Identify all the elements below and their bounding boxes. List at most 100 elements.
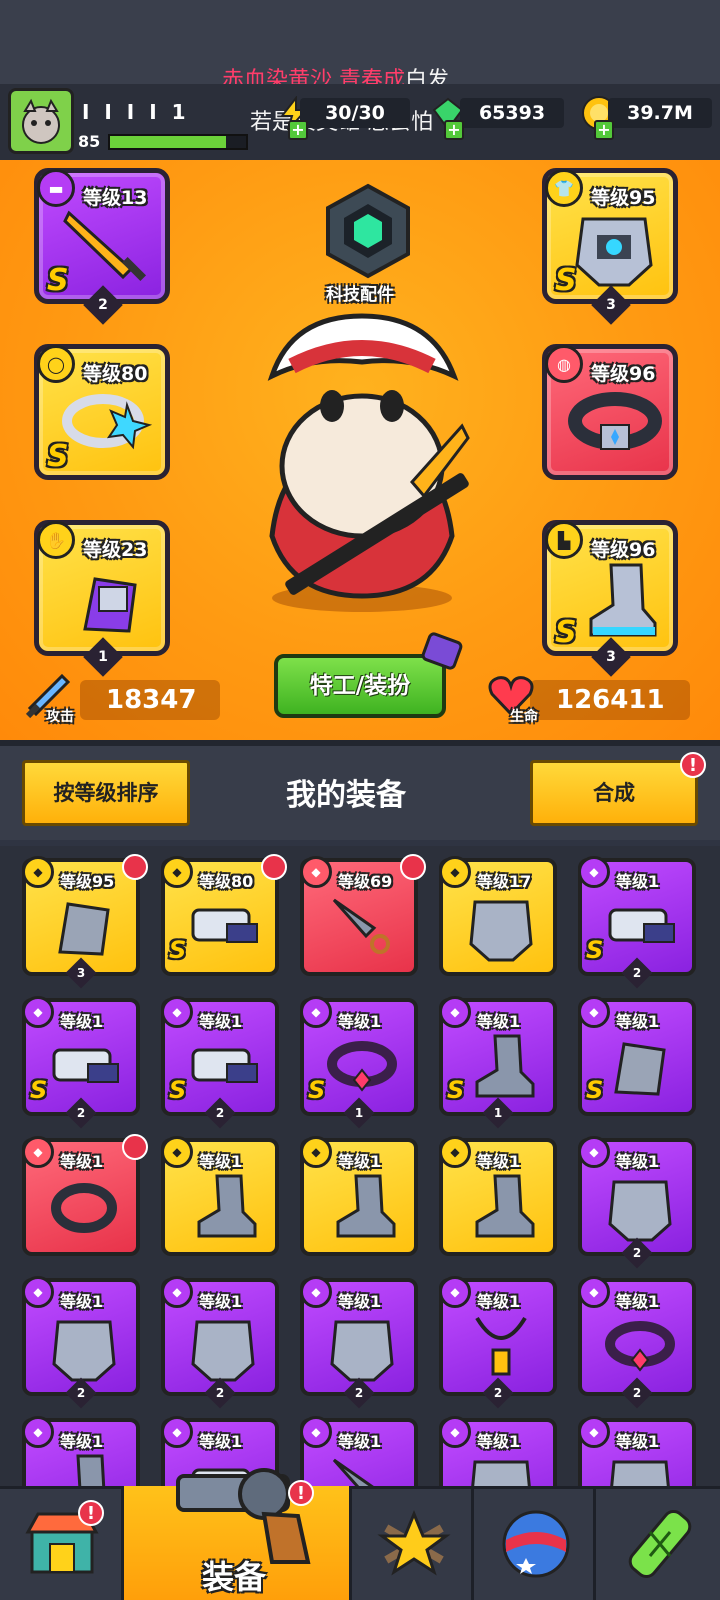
inventory-item[interactable]: ◆ 等级1 S 2 — [161, 996, 279, 1129]
inventory-item[interactable]: ◆ 等级1 — [22, 1134, 148, 1256]
planet-icon — [502, 1510, 570, 1578]
ring-icon — [62, 394, 153, 450]
tech-part-slot[interactable] — [318, 182, 418, 282]
kunai-icon — [332, 898, 390, 954]
item-new-tag — [122, 1134, 148, 1160]
armor-icon — [52, 1320, 116, 1382]
equip-ring-grade: S — [47, 439, 69, 474]
inventory-title: 我的装备 — [286, 778, 406, 813]
nav-planet[interactable] — [474, 1486, 596, 1600]
category-glove-icon: ✋ — [37, 521, 75, 559]
merge-button[interactable]: 合成 — [530, 760, 698, 826]
lion-hero-icon — [267, 313, 470, 612]
belt-icon — [327, 1041, 397, 1092]
nav-equipment[interactable]: ! 装备 — [124, 1468, 352, 1600]
inventory-item[interactable]: ◆ 等级1 S 1 — [439, 996, 557, 1129]
weapon-icon — [608, 908, 675, 943]
item-new-tag — [261, 854, 287, 880]
equip-slot-weapon[interactable]: ▬ 等级13 S 2 — [34, 168, 170, 325]
item-category-icon: ◆ — [300, 996, 332, 1028]
armor-icon — [575, 217, 653, 287]
inventory-item[interactable]: ◆ 等级1 2 — [578, 1276, 696, 1409]
belt-icon — [605, 1321, 675, 1372]
weapon-icon — [191, 1048, 258, 1083]
category-boots-icon: ▙ — [545, 521, 583, 559]
equip-slot-glove[interactable]: ✋ 等级23 1 — [34, 520, 170, 677]
xp-bar — [108, 134, 248, 150]
ring-icon — [51, 1183, 117, 1233]
equip-boots-grade: S — [555, 615, 577, 650]
item-category-icon: ◆ — [161, 856, 193, 888]
armor-icon — [469, 900, 533, 962]
item-category-icon: ◆ — [300, 1276, 332, 1308]
item-category-icon: ◆ — [300, 1136, 332, 1168]
player-level: 85 — [78, 132, 101, 151]
coin-add-button[interactable]: + — [594, 120, 614, 140]
item-stars: 2 — [65, 1377, 97, 1409]
gauntlet-icon — [83, 577, 137, 633]
item-stars: 2 — [621, 1237, 653, 1269]
nav-heroes[interactable] — [352, 1486, 474, 1600]
inventory-item[interactable]: ◆ 等级80 S — [161, 854, 287, 976]
inventory-item[interactable]: ◆ 等级1 2 — [161, 1276, 279, 1409]
boots-icon — [197, 1174, 257, 1238]
star-swords-icon — [377, 1510, 451, 1576]
belt-icon — [568, 392, 662, 450]
inventory-item[interactable]: ◆ 等级1 2 — [439, 1276, 557, 1409]
equip-slot-ring[interactable]: ◯ 等级80 S — [34, 344, 170, 480]
nav-evolution[interactable] — [596, 1486, 720, 1600]
equip-slot-boots[interactable]: ▙ 等级96 S 3 — [542, 520, 678, 677]
inventory-item[interactable]: ◆ 等级1 — [300, 1136, 418, 1256]
attack-label: 攻击 — [46, 709, 74, 725]
equipment-alert-badge: ! — [288, 1480, 314, 1506]
attack-value: 18347 — [80, 680, 220, 720]
tech-part-label: 科技配件 — [326, 285, 394, 305]
inventory-item[interactable]: ◆ 等级1 2 — [300, 1276, 418, 1409]
armor-icon — [191, 1320, 255, 1382]
item-stars: 2 — [482, 1377, 514, 1409]
item-new-tag — [400, 854, 426, 880]
item-category-icon: ◆ — [161, 1416, 193, 1448]
item-category-icon: ◆ — [578, 996, 610, 1028]
category-belt-icon: ◍ — [545, 345, 583, 383]
energy-value: 30/30 — [300, 98, 410, 128]
inventory-item[interactable]: ◆ 等级1 S 2 — [578, 856, 696, 989]
item-category-icon: ◆ — [578, 1276, 610, 1308]
equip-ring-level: 等级80 — [83, 363, 148, 385]
sword-icon — [63, 210, 147, 282]
boots-icon — [475, 1174, 535, 1238]
gem-add-button[interactable]: + — [444, 120, 464, 140]
item-stars: 1 — [482, 1097, 514, 1129]
xp-bar-fill — [110, 136, 226, 148]
equip-glove-level: 等级23 — [83, 539, 148, 561]
equip-boots-stars: 3 — [591, 637, 631, 677]
player-avatar[interactable] — [8, 88, 74, 154]
weapon-icon — [52, 1048, 119, 1083]
inventory-item[interactable]: ◆ 等级1 S 1 — [300, 996, 418, 1129]
equip-slot-belt[interactable]: ◍ 等级96 — [542, 344, 678, 480]
hp-label: 生命 — [510, 709, 538, 725]
item-new-tag — [122, 854, 148, 880]
coin-value: 39.7M — [608, 98, 712, 128]
item-stars: 2 — [204, 1097, 236, 1129]
item-stars: 1 — [343, 1097, 375, 1129]
inventory-item[interactable]: ◆ 等级1 — [439, 1136, 557, 1256]
energy-add-button[interactable]: + — [288, 120, 308, 140]
inventory-item[interactable]: ◆ 等级1 S — [578, 996, 696, 1116]
equip-slot-armor[interactable]: 👕 等级95 S 3 — [542, 168, 678, 325]
hero-character[interactable] — [232, 306, 492, 616]
inventory-item[interactable]: ◆ 等级95 3 — [22, 854, 148, 989]
inventory-item[interactable]: ◆ 等级69 — [300, 854, 426, 976]
tech-part-icon — [326, 183, 410, 279]
merge-alert-badge: ! — [680, 752, 706, 778]
inventory-item[interactable]: ◆ 等级17 — [439, 856, 557, 976]
armor-icon — [608, 1180, 672, 1242]
sort-by-level-button[interactable]: 按等级排序 — [22, 760, 190, 826]
equip-belt-level: 等级96 — [591, 363, 656, 385]
agent-outfit-button[interactable]: 特工/装扮 — [274, 654, 446, 718]
nav-shop[interactable]: ! — [0, 1486, 124, 1600]
inventory-item[interactable]: ◆ 等级1 S 2 — [22, 996, 140, 1129]
inventory-item[interactable]: ◆ 等级1 2 — [22, 1276, 140, 1409]
inventory-item[interactable]: ◆ 等级1 2 — [578, 1136, 696, 1269]
inventory-item[interactable]: ◆ 等级1 — [161, 1136, 279, 1256]
